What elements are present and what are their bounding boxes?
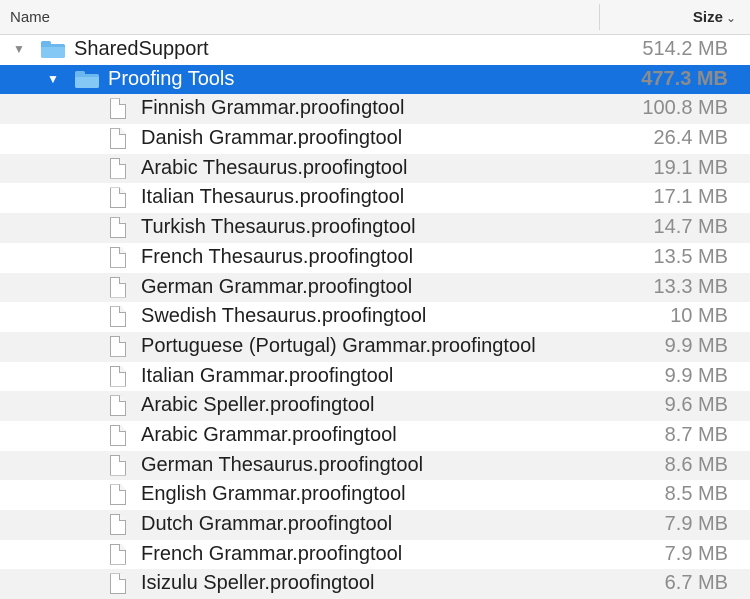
file-row[interactable]: French Thesaurus.proofingtool 13.5 MB [0, 243, 750, 273]
document-icon [110, 514, 126, 535]
document-icon [110, 246, 126, 268]
column-divider[interactable] [599, 4, 600, 30]
file-name: English Grammar.proofingtool [141, 483, 406, 506]
file-row[interactable]: German Thesaurus.proofingtool 8.6 MB [0, 450, 750, 481]
file-name: Danish Grammar.proofingtool [141, 127, 403, 150]
file-row[interactable]: Swedish Thesaurus.proofingtool 10 MB [0, 302, 750, 332]
folder-name: Proofing Tools [108, 67, 235, 90]
document-icon [110, 543, 126, 565]
file-row[interactable]: Turkish Thesaurus.proofingtool 14.7 MB [0, 213, 750, 243]
document-icon [110, 335, 126, 357]
file-size: 13.5 MB [653, 245, 728, 268]
size-column-header[interactable]: Size ⌄ [693, 9, 736, 26]
file-name: Italian Thesaurus.proofingtool [141, 186, 405, 209]
file-row[interactable]: English Grammar.proofingtool 8.5 MB [0, 480, 750, 510]
file-name: German Thesaurus.proofingtool [141, 453, 424, 476]
file-size: 8.6 MB [664, 453, 728, 476]
folder-row-proofing-tools[interactable]: ▼ Proofing Tools 477.3 MB [0, 64, 750, 95]
file-size: 6.7 MB [664, 572, 728, 595]
sort-chevron-icon: ⌄ [725, 11, 736, 25]
document-icon [110, 306, 126, 328]
file-name: German Grammar.proofingtool [141, 275, 413, 298]
file-row[interactable]: Arabic Speller.proofingtool 9.6 MB [0, 391, 750, 421]
file-name: Swedish Thesaurus.proofingtool [141, 305, 427, 328]
file-row[interactable]: Finnish Grammar.proofingtool 100.8 MB [0, 94, 750, 125]
file-size: 8.5 MB [664, 483, 728, 506]
file-name: Arabic Grammar.proofingtool [141, 423, 397, 446]
file-size: 100.8 MB [642, 97, 728, 120]
file-row[interactable]: Arabic Grammar.proofingtool 8.7 MB [0, 421, 750, 451]
document-icon [110, 365, 126, 387]
folder-name: SharedSupport [74, 38, 209, 60]
file-size: 8.7 MB [664, 423, 728, 446]
document-icon [110, 395, 126, 417]
file-row[interactable]: Danish Grammar.proofingtool 26.4 MB [0, 124, 750, 154]
file-row[interactable]: Dutch Grammar.proofingtool 7.9 MB [0, 510, 750, 540]
file-row[interactable]: Arabic Thesaurus.proofingtool 19.1 MB [0, 153, 750, 184]
file-name: Arabic Speller.proofingtool [141, 394, 375, 417]
folder-size: 477.3 MB [641, 67, 728, 90]
file-name: French Grammar.proofingtool [141, 542, 403, 565]
file-row[interactable]: Portuguese (Portugal) Grammar.proofingto… [0, 331, 750, 362]
document-icon [110, 187, 126, 209]
file-size: 10 MB [670, 305, 728, 328]
file-name: Italian Grammar.proofingtool [141, 364, 394, 387]
file-name: Portuguese (Portugal) Grammar.proofingto… [141, 334, 536, 357]
document-icon [110, 157, 126, 179]
file-list: ▼ SharedSupport 514.2 MB ▼ Proofing Tool… [0, 35, 750, 599]
folder-size: 514.2 MB [642, 38, 728, 60]
file-size: 9.6 MB [664, 394, 728, 417]
file-size: 9.9 MB [664, 334, 728, 357]
file-size: 9.9 MB [664, 364, 728, 387]
file-size: 17.1 MB [653, 186, 728, 209]
column-header: Name Size ⌄ [0, 0, 750, 35]
file-size: 7.9 MB [664, 513, 728, 535]
folder-row-sharedsupport[interactable]: ▼ SharedSupport 514.2 MB [0, 35, 750, 65]
disclosure-triangle-icon[interactable]: ▼ [47, 65, 59, 95]
document-icon [110, 98, 126, 120]
file-size: 26.4 MB [653, 127, 728, 150]
file-size: 19.1 MB [653, 156, 728, 179]
size-column-label: Size [692, 9, 723, 26]
file-row[interactable]: Italian Grammar.proofingtool 9.9 MB [0, 362, 750, 392]
document-icon [110, 484, 126, 506]
document-icon [110, 128, 126, 150]
file-size: 13.3 MB [653, 275, 728, 298]
folder-icon [41, 41, 65, 58]
file-name: Turkish Thesaurus.proofingtool [141, 216, 416, 239]
document-icon [110, 276, 126, 298]
document-icon [110, 454, 126, 476]
file-name: Isizulu Speller.proofingtool [141, 572, 375, 595]
file-row[interactable]: Italian Thesaurus.proofingtool 17.1 MB [0, 183, 750, 213]
file-name: Finnish Grammar.proofingtool [141, 97, 405, 120]
file-name: Arabic Thesaurus.proofingtool [141, 156, 408, 179]
folder-icon [75, 70, 99, 88]
document-icon [110, 573, 126, 595]
file-row[interactable]: German Grammar.proofingtool 13.3 MB [0, 272, 750, 303]
file-name: Dutch Grammar.proofingtool [141, 513, 393, 535]
file-size: 14.7 MB [653, 216, 728, 239]
document-icon [110, 424, 126, 446]
name-column-header[interactable]: Name [10, 9, 50, 26]
document-icon [110, 217, 126, 239]
file-row[interactable]: Isizulu Speller.proofingtool 6.7 MB [0, 569, 750, 599]
file-size: 7.9 MB [664, 542, 728, 565]
disclosure-triangle-icon[interactable]: ▼ [13, 35, 25, 65]
file-name: French Thesaurus.proofingtool [141, 245, 414, 268]
file-row[interactable]: French Grammar.proofingtool 7.9 MB [0, 540, 750, 570]
